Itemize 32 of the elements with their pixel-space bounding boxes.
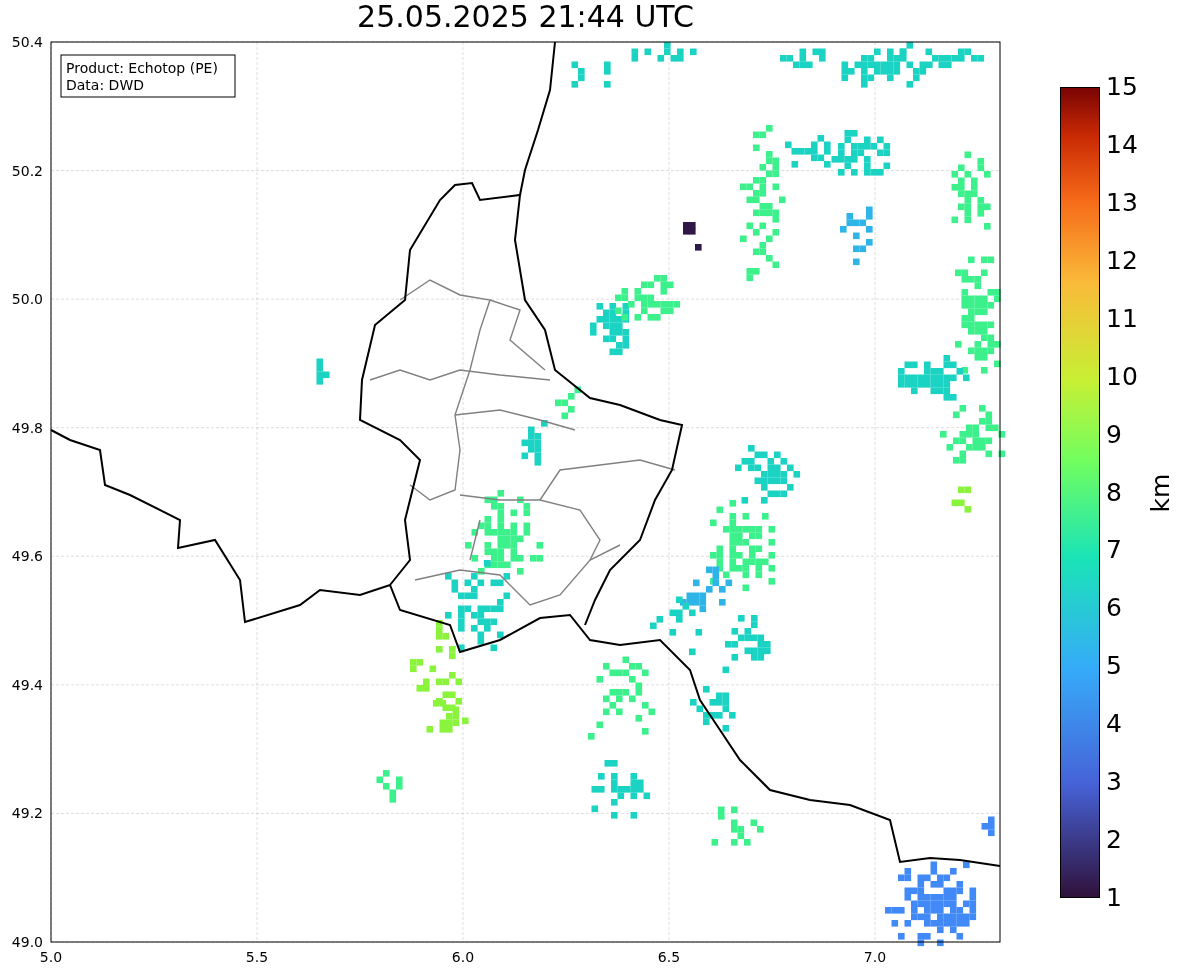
x-tick-label: 5.5	[245, 949, 269, 965]
y-tick-label: 49.6	[11, 548, 43, 565]
y-tick-label: 49.8	[11, 419, 43, 436]
colorbar-label: km	[1147, 473, 1176, 513]
colorbar-tick-label: 2	[1106, 826, 1122, 855]
colorbar-tick-label: 3	[1106, 768, 1122, 797]
colorbar-tick-label: 9	[1106, 420, 1122, 449]
y-tick-label: 49.0	[11, 934, 43, 950]
legend-text: Data: DWD	[66, 77, 144, 93]
colorbar-tick-label: 4	[1106, 710, 1122, 739]
y-tick-label: 49.4	[11, 676, 43, 693]
colorbar-tick-label: 5	[1106, 652, 1122, 681]
colorbar-tick-label: 8	[1106, 478, 1122, 507]
colorbar-tick-label: 6	[1106, 594, 1122, 623]
colorbar-tick-label: 7	[1106, 536, 1122, 565]
colorbar-tick-label: 11	[1106, 304, 1138, 333]
x-tick-label: 5.0	[39, 949, 63, 965]
chart-title: 25.05.2025 21:44 UTC	[357, 0, 694, 34]
x-tick-label: 7.0	[863, 949, 887, 965]
colorbar-tick-label: 13	[1106, 188, 1138, 217]
colorbar-tick-label: 10	[1106, 362, 1138, 391]
colorbar-tick-label: 14	[1106, 130, 1138, 159]
colorbar-tick-label: 1	[1106, 884, 1122, 912]
y-tick-label: 50.2	[11, 162, 43, 179]
x-tick-label: 6.5	[657, 949, 681, 965]
colorbar-tick-label: 15	[1106, 73, 1138, 101]
y-tick-label: 49.2	[11, 805, 43, 822]
y-tick-label: 50.0	[11, 291, 43, 308]
legend-text: Product: Echotop (PE)	[66, 60, 218, 76]
colorbar-tick-label: 12	[1106, 246, 1138, 275]
y-tick-label: 50.4	[11, 34, 43, 50]
x-tick-label: 6.0	[451, 949, 475, 965]
